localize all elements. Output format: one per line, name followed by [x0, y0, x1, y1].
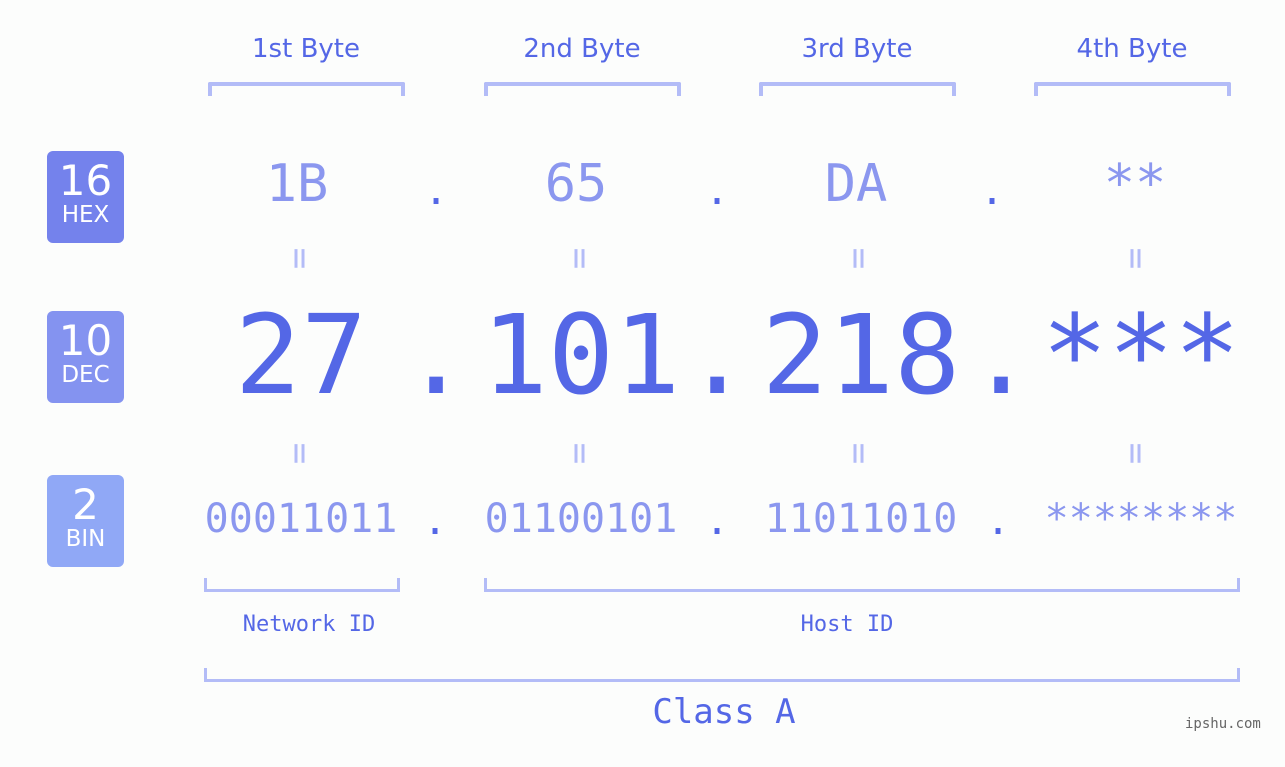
class-bracket — [204, 668, 1240, 682]
bin-dot-1: . — [422, 498, 448, 544]
byte-header-4: 4th Byte — [1076, 34, 1188, 64]
dec-badge: 10 DEC — [47, 311, 124, 403]
dec-byte-4: *** — [1041, 291, 1241, 419]
byte-bracket-3 — [759, 82, 956, 96]
equals-dec-bin-2: = — [559, 442, 601, 465]
byte-header-2: 2nd Byte — [523, 34, 641, 64]
dec-dot-3: . — [968, 291, 1035, 419]
equals-hex-dec-2: = — [559, 247, 601, 270]
equals-hex-dec-1: = — [279, 247, 321, 270]
hex-byte-3: DA — [824, 154, 888, 214]
host-id-label: Host ID — [800, 612, 894, 637]
bin-byte-1: 00011011 — [204, 496, 398, 542]
hex-dot-2: . — [704, 168, 730, 214]
equals-hex-dec-4: = — [1115, 247, 1157, 270]
equals-dec-bin-4: = — [1115, 442, 1157, 465]
dec-byte-1: 27 — [234, 291, 368, 419]
bin-badge-base: 2 — [72, 480, 99, 529]
byte-header-3: 3rd Byte — [801, 34, 913, 64]
network-id-bracket — [204, 578, 400, 592]
dec-badge-base: 10 — [58, 316, 113, 365]
dec-byte-3: 218 — [761, 291, 961, 419]
bin-badge-label: BIN — [65, 526, 106, 552]
bin-badge: 2 BIN — [47, 475, 124, 567]
hex-byte-1: 1B — [265, 154, 329, 214]
byte-header-1: 1st Byte — [252, 34, 360, 64]
bin-byte-4: ******** — [1044, 496, 1238, 542]
hex-badge: 16 HEX — [47, 151, 124, 243]
byte-bracket-2 — [484, 82, 681, 96]
byte-bracket-4 — [1034, 82, 1231, 96]
hex-badge-base: 16 — [58, 156, 113, 205]
bin-dot-2: . — [704, 498, 730, 544]
bin-byte-3: 11011010 — [764, 496, 958, 542]
dec-dot-1: . — [403, 291, 470, 419]
class-label: Class A — [652, 692, 796, 732]
byte-bracket-1 — [208, 82, 405, 96]
watermark: ipshu.com — [1185, 716, 1261, 732]
host-id-bracket — [484, 578, 1240, 592]
equals-hex-dec-3: = — [838, 247, 880, 270]
dec-byte-2: 101 — [481, 291, 681, 419]
dec-dot-2: . — [684, 291, 751, 419]
equals-dec-bin-3: = — [838, 442, 880, 465]
hex-dot-1: . — [423, 168, 449, 214]
hex-byte-4: ** — [1103, 154, 1167, 214]
hex-badge-label: HEX — [61, 202, 110, 228]
dec-badge-label: DEC — [61, 362, 110, 388]
network-id-label: Network ID — [242, 612, 376, 637]
hex-byte-2: 65 — [544, 154, 608, 214]
bin-dot-3: . — [985, 498, 1011, 544]
bin-byte-2: 01100101 — [484, 496, 678, 542]
hex-dot-3: . — [979, 168, 1005, 214]
equals-dec-bin-1: = — [279, 442, 321, 465]
